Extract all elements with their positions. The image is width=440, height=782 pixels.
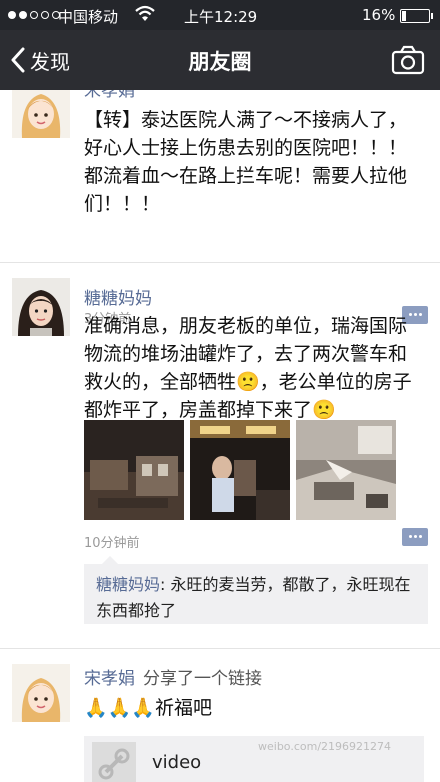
avatar[interactable] <box>12 90 70 138</box>
avatar[interactable] <box>12 664 70 722</box>
link-title: video <box>152 752 202 773</box>
comment-list: 糖糖妈妈: 永旺的麦当劳，都散了，永旺现在东西都抢了 <box>84 556 428 624</box>
divider <box>0 648 440 649</box>
author-name[interactable]: 糖糖妈妈 <box>84 284 152 309</box>
post-photo[interactable] <box>84 420 184 520</box>
nav-bar: 发现 朋友圈 <box>0 30 440 90</box>
moment-post: 糖糖妈妈 准确消息，朋友老板的单位，瑞海国际物流的堆场油罐炸了，去了两次警车和救… <box>0 266 440 658</box>
comment-separator: : <box>160 575 171 594</box>
author-name[interactable]: 宋孝娟 <box>84 90 135 101</box>
post-photo[interactable] <box>190 420 290 520</box>
share-note: 分享了一个链接 <box>143 669 262 689</box>
watermark: weibo.com/2196921274 <box>258 740 392 753</box>
signal-strength-icon <box>8 11 60 19</box>
post-text: 【转】泰达医院人满了～不接病人了，好心人士接上伤患去别的医院吧！！！都流着血～在… <box>84 109 408 215</box>
photo-grid <box>84 420 404 520</box>
post-text: 准确消息，朋友老板的单位，瑞海国际物流的堆场油罐炸了，去了两次警车和救火的，全部… <box>84 315 412 421</box>
post-photo[interactable] <box>296 420 396 520</box>
avatar[interactable] <box>12 278 70 336</box>
battery-percent: 16% <box>362 6 396 24</box>
post-text: 🙏🙏🙏祈福吧 <box>84 697 212 719</box>
clock: 上午12:29 <box>184 8 258 26</box>
moment-post: 宋孝娟 分享了一个链接 🙏🙏🙏祈福吧 video <box>0 652 440 782</box>
author-name[interactable]: 宋孝娟 <box>84 669 135 689</box>
battery-icon <box>400 9 433 23</box>
carrier-name: 中国移动 <box>58 8 119 26</box>
divider <box>0 262 440 263</box>
comment-button[interactable] <box>402 528 428 546</box>
link-thumbnail <box>92 742 136 782</box>
camera-icon[interactable] <box>390 44 426 76</box>
comment-author[interactable]: 糖糖妈妈 <box>96 575 160 594</box>
moments-feed[interactable]: 宋孝娟 【转】泰达医院人满了～不接病人了，好心人士接上伤患去别的医院吧！！！都流… <box>0 90 440 782</box>
comment[interactable]: 糖糖妈妈: 永旺的麦当劳，都散了，永旺现在东西都抢了 <box>96 572 420 624</box>
author-line: 宋孝娟 分享了一个链接 <box>84 664 262 689</box>
post-time: 10分钟前 <box>84 536 140 551</box>
status-bar: 中国移动 上午12:29 16% <box>0 0 440 30</box>
wifi-icon <box>134 4 156 28</box>
page-title: 朋友圈 <box>188 50 252 74</box>
